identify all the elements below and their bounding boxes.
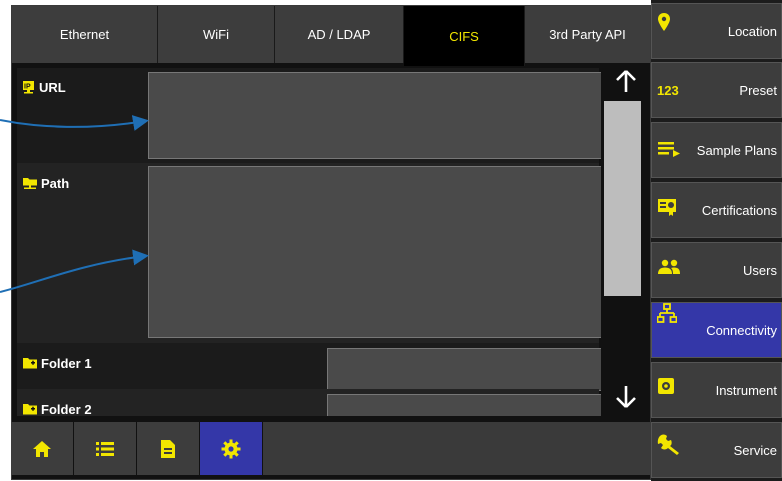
ip-icon: IP: [23, 81, 34, 94]
url-input[interactable]: [148, 72, 603, 159]
add-folder-icon: [23, 358, 37, 369]
url-label-group: IP URL: [17, 68, 66, 95]
sidebar-item-instrument[interactable]: Instrument: [651, 362, 782, 418]
sidebar: Location 123 Preset Sample Plans Certifi…: [651, 0, 782, 481]
sidebar-item-label: Service: [733, 442, 777, 458]
tab-ad-ldap[interactable]: AD / LDAP: [275, 6, 404, 63]
sample-plans-icon: [658, 142, 680, 157]
folder2-label: Folder 2: [41, 402, 92, 417]
instrument-icon: [658, 378, 674, 394]
tab-3rd-party-api[interactable]: 3rd Party API: [525, 6, 650, 63]
network-folder-icon: [23, 178, 37, 189]
form-area: IP URL Path Folder 1 Folder 2: [17, 68, 603, 417]
svg-text:IP: IP: [24, 84, 31, 91]
url-label: URL: [39, 80, 66, 95]
home-button[interactable]: [11, 422, 73, 475]
sidebar-item-location[interactable]: Location: [651, 3, 782, 59]
sidebar-item-service[interactable]: Service: [651, 422, 782, 478]
path-label-group: Path: [17, 164, 69, 191]
sidebar-item-label: Sample Plans: [696, 142, 777, 158]
location-pin-icon: [658, 13, 670, 31]
sidebar-item-label: Location: [727, 23, 777, 39]
network-icon: [657, 303, 677, 323]
list-button[interactable]: [74, 422, 136, 475]
sidebar-item-label: Preset: [739, 82, 777, 98]
tab-cifs[interactable]: CIFS: [404, 6, 525, 66]
sidebar-item-certifications[interactable]: Certifications: [651, 182, 782, 238]
scrollbar-thumb[interactable]: [604, 101, 641, 296]
folder2-input[interactable]: [327, 394, 603, 416]
folder1-input[interactable]: [327, 348, 603, 391]
document-icon: [161, 439, 175, 458]
folder1-label-group: Folder 1: [17, 344, 92, 371]
sidebar-item-label: Connectivity: [706, 322, 777, 338]
gear-icon: [221, 439, 241, 458]
list-icon: [96, 441, 114, 456]
sidebar-item-users[interactable]: Users: [651, 242, 782, 298]
settings-button[interactable]: [200, 422, 262, 475]
sidebar-item-preset[interactable]: 123 Preset: [651, 62, 782, 118]
tab-wifi[interactable]: WiFi: [158, 6, 275, 63]
sidebar-item-label: Certifications: [701, 202, 777, 218]
path-label: Path: [41, 176, 70, 191]
scroll-down-arrow-icon[interactable]: [601, 385, 650, 409]
sidebar-item-label: Users: [743, 262, 777, 278]
document-button[interactable]: [137, 422, 199, 475]
bottom-bar-spacer: [263, 422, 651, 475]
folder1-label: Folder 1: [41, 356, 92, 371]
tab-ethernet[interactable]: Ethernet: [12, 6, 158, 63]
scrollbar[interactable]: [601, 63, 650, 422]
sidebar-item-sample-plans[interactable]: Sample Plans: [651, 122, 782, 178]
certificate-icon: [658, 199, 676, 216]
sidebar-item-label: Instrument: [715, 382, 777, 398]
123-icon: 123: [657, 83, 679, 98]
path-input[interactable]: [148, 166, 603, 338]
settings-panel: Ethernet WiFi AD / LDAP CIFS 3rd Party A…: [11, 5, 651, 480]
add-folder-icon: [23, 404, 37, 415]
wrench-icon: [657, 434, 679, 455]
sidebar-item-connectivity[interactable]: Connectivity: [651, 302, 782, 358]
folder2-label-group: Folder 2: [17, 390, 92, 417]
scroll-up-arrow-icon[interactable]: [601, 69, 650, 93]
users-icon: [658, 259, 680, 274]
home-icon: [33, 440, 51, 457]
